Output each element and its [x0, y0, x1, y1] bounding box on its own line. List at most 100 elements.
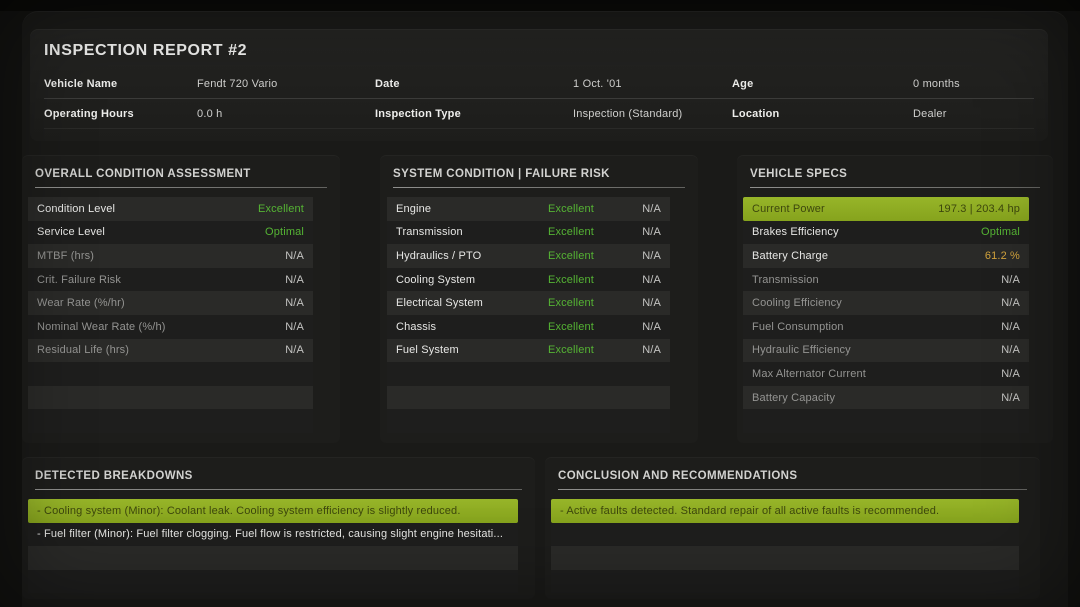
row-label: Residual Life (hrs) [37, 344, 285, 356]
table-row: Service Level Optimal [28, 221, 313, 245]
field-age-label: Age [732, 78, 913, 90]
row-label: MTBF (hrs) [37, 250, 285, 262]
vehicle-specs-list[interactable]: Current Power 197.3 | 203.4 hp Brakes Ef… [743, 197, 1029, 433]
empty-row [28, 409, 313, 433]
row-value: N/A [285, 321, 304, 333]
row-value: 61.2 % [985, 250, 1020, 262]
panel-conclusion-title: CONCLUSION AND RECOMMENDATIONS [558, 470, 1027, 482]
table-row: Crit. Failure Risk N/A [28, 268, 313, 292]
panel-system-condition: SYSTEM CONDITION | FAILURE RISK Engine E… [380, 155, 698, 443]
row-label: Cooling System [396, 274, 548, 286]
table-row: Electrical System Excellent N/A [387, 291, 670, 315]
table-row: Fuel Consumption N/A [743, 315, 1029, 339]
meta-row-2: Operating Hours 0.0 h Inspection Type In… [44, 99, 1034, 129]
row-risk: N/A [606, 250, 661, 262]
field-age-value: 0 months [913, 78, 1034, 90]
row-label: Wear Rate (%/hr) [37, 297, 285, 309]
report-meta-grid: Vehicle Name Fendt 720 Vario Date 1 Oct.… [44, 69, 1034, 129]
table-row: Cooling Efficiency N/A [743, 291, 1029, 315]
field-location-value: Dealer [913, 108, 1034, 120]
row-status: Excellent [548, 297, 606, 309]
breakdown-text: - Cooling system (Minor): Coolant leak. … [37, 505, 509, 517]
row-value: 197.3 | 203.4 hp [938, 203, 1020, 215]
row-risk: N/A [606, 321, 661, 333]
row-value: Optimal [981, 226, 1020, 238]
field-operating-hours-label: Operating Hours [44, 108, 197, 120]
row-label: Max Alternator Current [752, 368, 1001, 380]
table-row: Condition Level Excellent [28, 197, 313, 221]
table-row: Hydraulics / PTO Excellent N/A [387, 244, 670, 268]
row-value: N/A [1001, 392, 1020, 404]
row-label: Crit. Failure Risk [37, 274, 285, 286]
row-risk: N/A [606, 203, 661, 215]
row-label: Condition Level [37, 203, 258, 215]
table-row: Chassis Excellent N/A [387, 315, 670, 339]
row-status: Excellent [548, 203, 606, 215]
row-label: Current Power [752, 203, 938, 215]
row-label: Cooling Efficiency [752, 297, 1001, 309]
table-row: Residual Life (hrs) N/A [28, 339, 313, 363]
row-risk: N/A [606, 297, 661, 309]
panel-overall-condition: OVERALL CONDITION ASSESSMENT Condition L… [22, 155, 340, 443]
top-letterbox-bar [0, 0, 1080, 11]
row-label: Hydraulic Efficiency [752, 344, 1001, 356]
breakdowns-list[interactable]: - Cooling system (Minor): Coolant leak. … [28, 499, 518, 593]
row-status: Excellent [548, 321, 606, 333]
page-title: INSPECTION REPORT #2 [44, 42, 1048, 60]
row-label: Transmission [752, 274, 1001, 286]
row-value: N/A [285, 274, 304, 286]
field-vehicle-name-value: Fendt 720 Vario [197, 78, 375, 90]
overall-condition-list[interactable]: Condition Level Excellent Service Level … [28, 197, 313, 433]
field-location-label: Location [732, 108, 913, 120]
title-divider [558, 489, 1027, 490]
inspection-report-screen: INSPECTION REPORT #2 Vehicle Name Fendt … [0, 0, 1080, 607]
breakdown-row: - Fuel filter (Minor): Fuel filter clogg… [28, 523, 518, 547]
empty-row [28, 546, 518, 570]
row-value: Optimal [265, 226, 304, 238]
row-status: Excellent [548, 250, 606, 262]
panel-detected-breakdowns: DETECTED BREAKDOWNS - Cooling system (Mi… [22, 457, 535, 599]
conclusion-list[interactable]: - Active faults detected. Standard repai… [551, 499, 1019, 593]
table-row: Brakes Efficiency Optimal [743, 221, 1029, 245]
empty-row [551, 570, 1019, 594]
row-status: Excellent [548, 344, 606, 356]
row-risk: N/A [606, 274, 661, 286]
row-value: N/A [1001, 274, 1020, 286]
empty-row [387, 386, 670, 410]
spec-row-current-power: Current Power 197.3 | 203.4 hp [743, 197, 1029, 221]
empty-row [387, 409, 670, 433]
empty-row [28, 362, 313, 386]
field-date-value: 1 Oct. '01 [573, 78, 732, 90]
row-label: Transmission [396, 226, 548, 238]
panel-conclusion: CONCLUSION AND RECOMMENDATIONS - Active … [545, 457, 1040, 599]
row-label: Service Level [37, 226, 265, 238]
row-label: Chassis [396, 321, 548, 333]
breakdown-row: - Cooling system (Minor): Coolant leak. … [28, 499, 518, 523]
row-label: Engine [396, 203, 548, 215]
panel-overall-title: OVERALL CONDITION ASSESSMENT [35, 168, 327, 180]
title-divider [35, 489, 522, 490]
empty-row [387, 362, 670, 386]
row-label: Fuel System [396, 344, 548, 356]
table-row: Nominal Wear Rate (%/h) N/A [28, 315, 313, 339]
table-row: Battery Charge 61.2 % [743, 244, 1029, 268]
row-risk: N/A [606, 226, 661, 238]
empty-row [743, 409, 1029, 433]
row-label: Battery Charge [752, 250, 985, 262]
conclusion-text: - Active faults detected. Standard repai… [560, 505, 1010, 517]
table-row: Battery Capacity N/A [743, 386, 1029, 410]
system-condition-list[interactable]: Engine Excellent N/A Transmission Excell… [387, 197, 670, 433]
title-divider [750, 187, 1040, 188]
field-inspection-type-label: Inspection Type [375, 108, 573, 120]
row-value: N/A [1001, 297, 1020, 309]
row-value: Excellent [258, 203, 304, 215]
report-header-panel: INSPECTION REPORT #2 Vehicle Name Fendt … [30, 29, 1048, 141]
row-label: Nominal Wear Rate (%/h) [37, 321, 285, 333]
meta-row-1: Vehicle Name Fendt 720 Vario Date 1 Oct.… [44, 69, 1034, 99]
empty-row [551, 523, 1019, 547]
table-row: Transmission Excellent N/A [387, 221, 670, 245]
table-row: Transmission N/A [743, 268, 1029, 292]
title-divider [393, 187, 685, 188]
row-label: Electrical System [396, 297, 548, 309]
row-value: N/A [285, 297, 304, 309]
